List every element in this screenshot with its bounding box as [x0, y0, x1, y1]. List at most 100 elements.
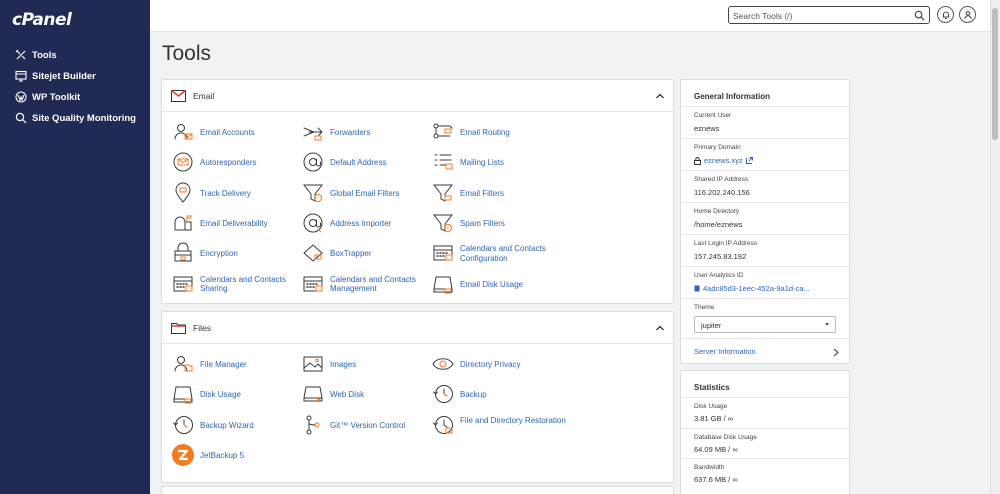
search-icon[interactable]	[914, 10, 925, 21]
primary-domain-row: Primary Domain eznews.xyz	[681, 138, 851, 170]
web-disk-icon	[302, 383, 324, 405]
panel-title: General Information	[694, 92, 771, 101]
chevron-up-icon[interactable]	[655, 92, 665, 100]
tool-label: Email Filters	[460, 188, 505, 198]
tool-images[interactable]: Images	[302, 350, 427, 380]
server-information-link[interactable]: Server Information	[694, 347, 756, 356]
tool-label: Backup Wizard	[200, 420, 254, 430]
tool-git-version-control[interactable]: Git™ Version Control	[302, 411, 427, 441]
disk-usage-value: 3.81 GB / ∞	[694, 414, 734, 423]
list-icon	[432, 151, 454, 173]
sidebar-item-wp-toolkit[interactable]: WP Toolkit	[15, 88, 80, 106]
filter-global-icon	[302, 182, 324, 204]
home-directory-label: Home Directory	[694, 208, 740, 215]
tool-global-email-filters[interactable]: Global Email Filters	[302, 179, 427, 209]
database-disk-row: Database Disk Usage 64.09 MB / ∞	[681, 428, 851, 458]
autoresponder-icon	[172, 151, 194, 173]
encryption-icon	[172, 242, 194, 264]
tools-icon	[15, 49, 26, 60]
analytics-id-value: 4adc85d3-1eec-452a-9a1d-ca...	[703, 284, 810, 293]
theme-row: Theme jupiter	[681, 298, 851, 338]
tool-encryption[interactable]: Encryption	[172, 239, 297, 269]
tool-email-disk-usage[interactable]: Email Disk Usage	[432, 270, 557, 300]
sidebar-item-label: Sitejet Builder	[32, 70, 96, 82]
search-box[interactable]	[728, 6, 930, 24]
sidebar-item-tools[interactable]: Tools	[15, 46, 57, 64]
restore-icon	[432, 414, 454, 436]
user-icon	[963, 10, 972, 19]
tool-disk-usage[interactable]: Disk Usage	[172, 380, 297, 410]
tool-label: Forwarders	[330, 128, 371, 137]
chevron-up-icon[interactable]	[655, 324, 665, 332]
envelope-icon	[171, 90, 186, 102]
primary-domain-link[interactable]: eznews.xyz	[694, 156, 753, 165]
database-disk-label: Database Disk Usage	[694, 434, 757, 441]
theme-value: jupiter	[701, 321, 722, 330]
notifications-button[interactable]	[937, 6, 954, 23]
shared-ip-row: Shared IP Address 116.202.240.156	[681, 170, 851, 202]
magnifier-icon	[15, 112, 27, 124]
git-icon	[302, 414, 324, 436]
sidebar-item-label: Tools	[32, 49, 57, 61]
tool-label: Email Accounts	[200, 128, 255, 137]
tool-label: Git™ Version Control	[330, 420, 406, 430]
tool-calendars-and-contacts-configuration[interactable]: Calendars and Contacts Configuration	[432, 239, 557, 269]
tool-calendars-and-contacts-management[interactable]: Calendars and Contacts Management	[302, 270, 427, 300]
forward-arrow-icon	[302, 121, 324, 143]
tool-track-delivery[interactable]: Track Delivery	[172, 179, 297, 209]
lock-icon	[694, 156, 701, 165]
tool-boxtrapper[interactable]: BoxTrapper	[302, 239, 427, 269]
backup-icon	[432, 383, 454, 405]
files-section-header[interactable]: Files	[162, 312, 673, 344]
theme-select[interactable]: jupiter	[694, 316, 836, 333]
tool-email-routing[interactable]: Email Routing	[432, 118, 557, 148]
disk-usage-row: Disk Usage 3.81 GB / ∞	[681, 397, 851, 428]
tool-default-address[interactable]: Default Address	[302, 148, 427, 178]
caret-down-icon	[825, 323, 829, 326]
tool-label: File Manager	[200, 360, 247, 369]
next-section	[161, 486, 674, 494]
tool-directory-privacy[interactable]: Directory Privacy	[432, 350, 557, 380]
tool-label: File and Directory Restoration	[460, 415, 566, 425]
primary-domain-label: Primary Domain	[694, 144, 741, 151]
tool-address-importer[interactable]: Address Importer	[302, 209, 427, 239]
user-accounts-icon	[172, 121, 194, 143]
user-menu-button[interactable]	[959, 6, 976, 23]
sidebar-item-label: WP Toolkit	[32, 91, 81, 103]
email-section: Email Email Accounts Forwarders Email Rout…	[161, 79, 674, 304]
statistics-panel: Statistics Disk Usage 3.81 GB / ∞ Databa…	[680, 370, 851, 494]
shared-ip-label: Shared IP Address	[694, 176, 749, 183]
last-login-row: Last Login IP Address 157.245.83.192	[681, 234, 851, 266]
tool-label: Directory Privacy	[460, 360, 521, 369]
email-section-header[interactable]: Email	[162, 80, 673, 112]
calendar-icon	[172, 273, 194, 295]
tool-label: Default Address	[330, 158, 387, 168]
tool-label: Calendars and Contacts Sharing	[200, 274, 286, 294]
sidebar-item-sitejet[interactable]: Sitejet Builder	[15, 67, 96, 85]
cpanel-logo[interactable]: cPanel	[12, 10, 72, 30]
shared-ip-value: 116.202.240.156	[694, 188, 750, 197]
tool-email-filters[interactable]: Email Filters	[432, 179, 557, 209]
scrollbar-thumb[interactable]	[992, 8, 998, 140]
tool-backup[interactable]: Backup	[432, 380, 557, 410]
tool-calendars-and-contacts-sharing[interactable]: Calendars and Contacts Sharing	[172, 270, 297, 300]
tool-email-deliverability[interactable]: Email Deliverability	[172, 209, 297, 239]
tool-file-manager[interactable]: File Manager	[172, 350, 297, 380]
tool-jetbackup-5[interactable]: JetBackup 5	[172, 441, 297, 471]
analytics-id[interactable]: 4adc85d3-1eec-452a-9a1d-ca...	[694, 284, 810, 293]
chevron-right-icon[interactable]	[833, 348, 839, 357]
disk-usage-label: Disk Usage	[694, 403, 728, 410]
server-information-row[interactable]: Server Information	[681, 338, 851, 365]
folder-icon	[171, 323, 186, 334]
tool-label: Global Email Filters	[330, 188, 400, 198]
sidebar-item-site-quality[interactable]: Site Quality Monitoring	[15, 109, 136, 127]
tool-file-and-directory-restoration[interactable]: File and Directory Restoration	[432, 411, 566, 441]
tool-spam-filters[interactable]: Spam Filters	[432, 209, 557, 239]
tool-email-accounts[interactable]: Email Accounts	[172, 118, 297, 148]
tool-forwarders[interactable]: Forwarders	[302, 118, 427, 148]
tool-autoresponders[interactable]: Autoresponders	[172, 148, 297, 178]
tool-web-disk[interactable]: Web Disk	[302, 380, 427, 410]
tool-backup-wizard[interactable]: Backup Wizard	[172, 411, 297, 441]
search-input[interactable]	[733, 9, 913, 22]
tool-mailing-lists[interactable]: Mailing Lists	[432, 148, 557, 178]
